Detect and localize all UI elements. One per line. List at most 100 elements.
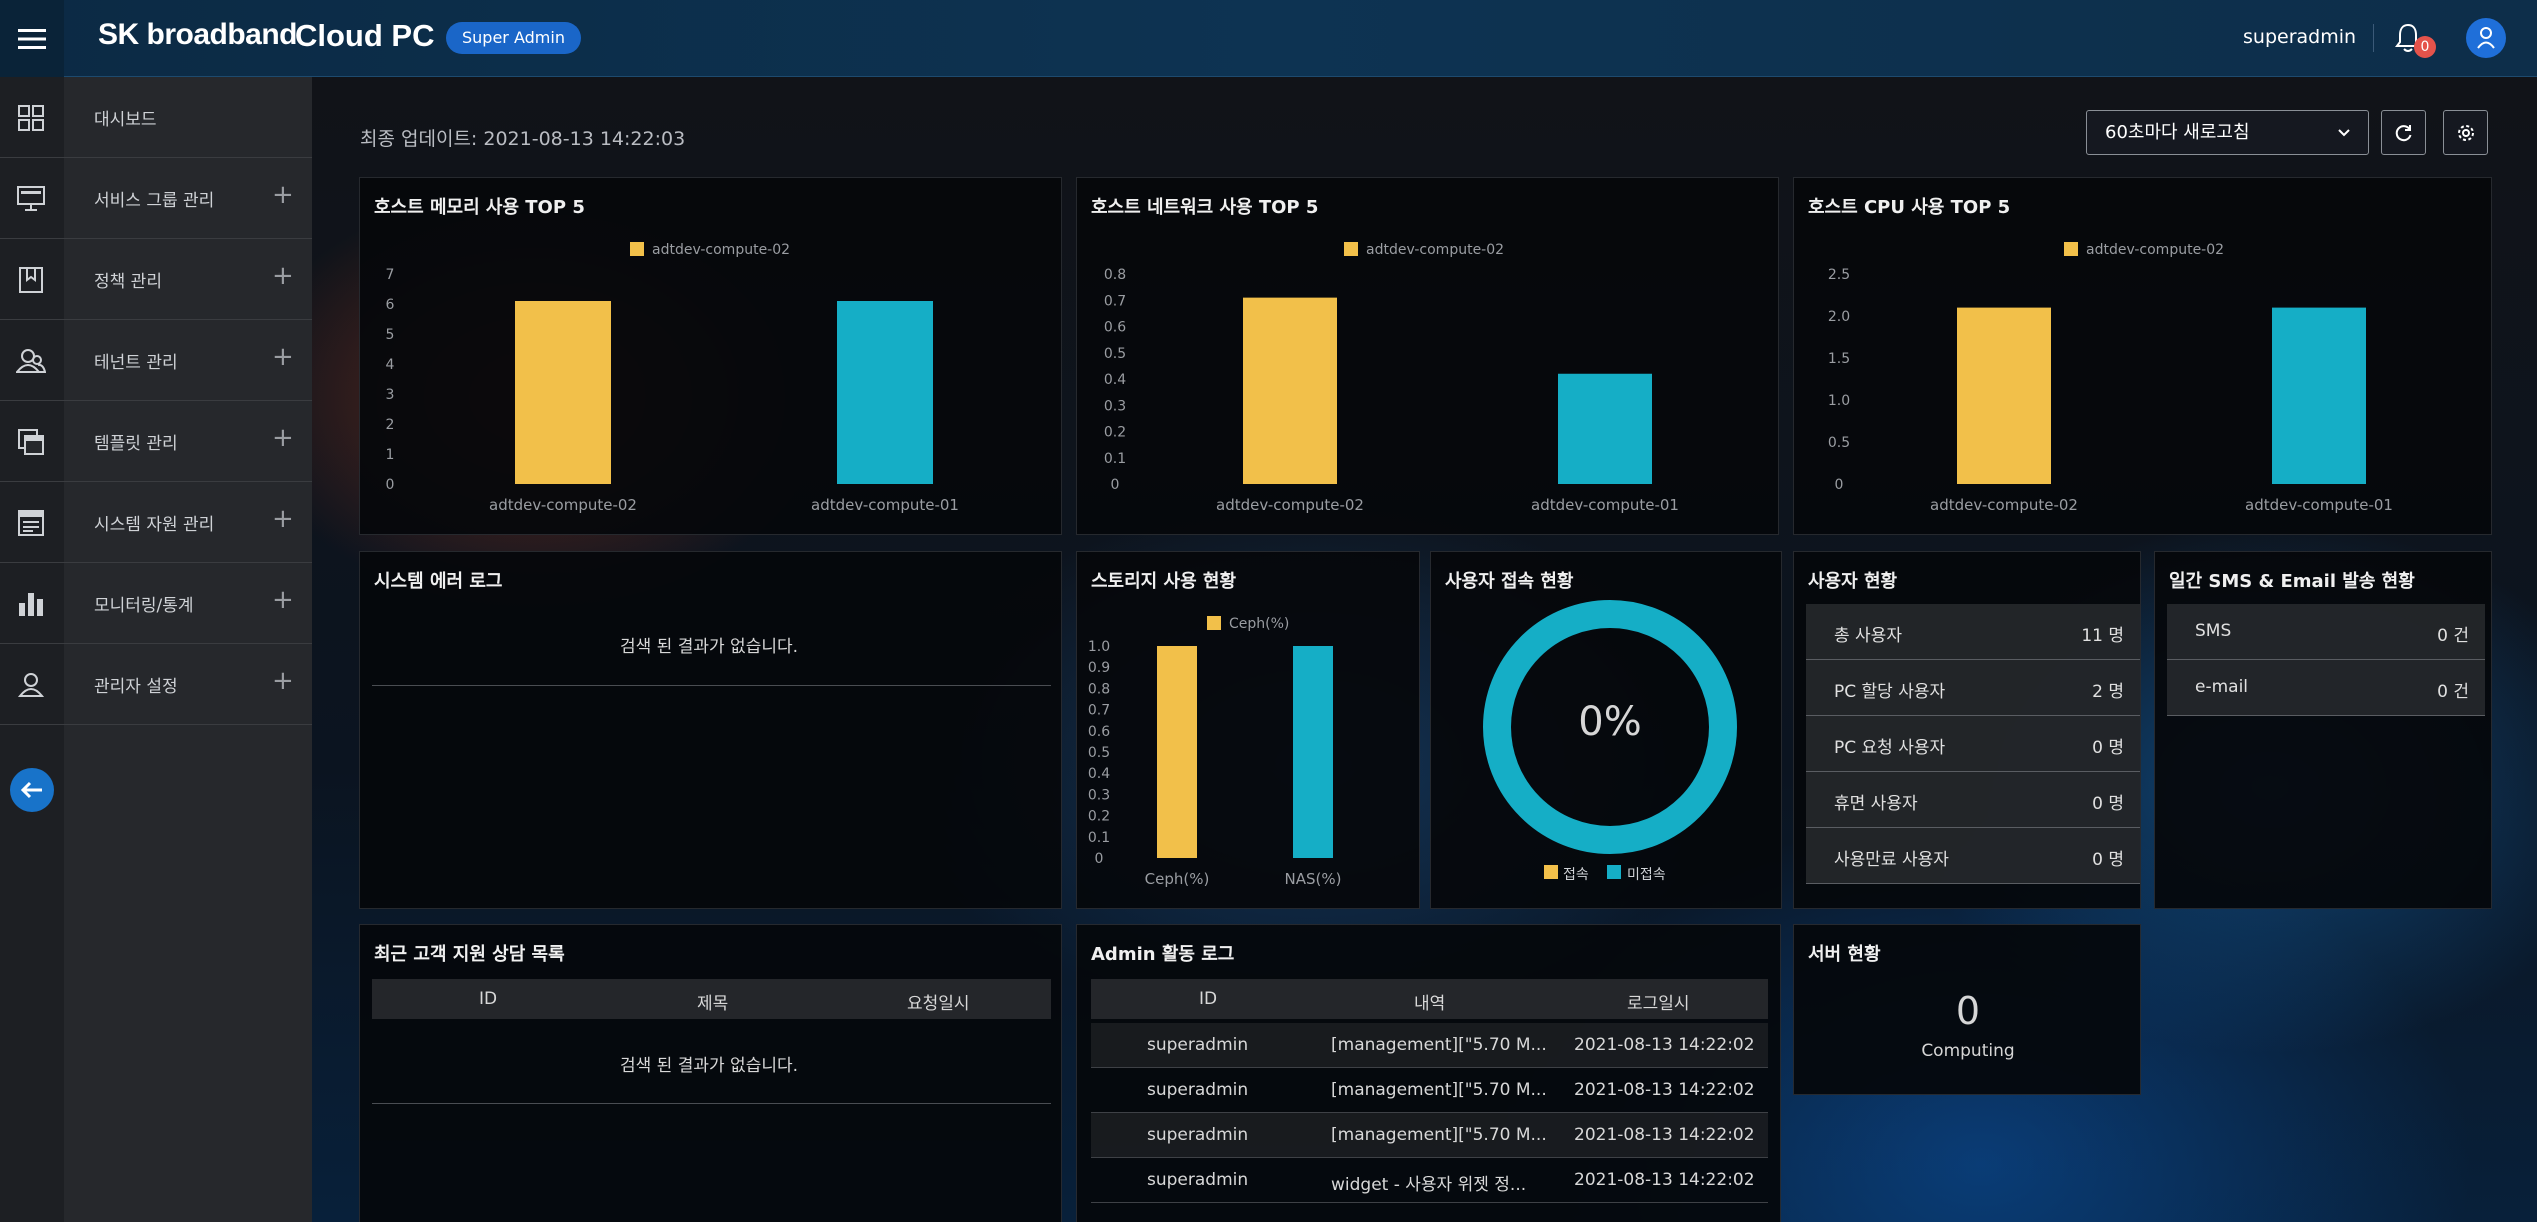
panel-title: Admin 활동 로그 [1091, 944, 1235, 965]
column-header-time[interactable]: 로그일시 [1627, 989, 1690, 1014]
menu-toggle-button[interactable] [0, 0, 64, 77]
legend-swatch [2064, 242, 2078, 256]
monitor-icon [17, 186, 45, 211]
y-tick-label: 0.3 [1104, 398, 1126, 414]
expand-plus-icon[interactable]: + [272, 342, 294, 372]
username[interactable]: superadmin [2243, 26, 2356, 48]
y-tick-label: 0 [386, 477, 395, 493]
stat-row: PC 요청 사용자 0 명 [1806, 716, 2140, 772]
x-tick-label: adtdev-compute-01 [1531, 496, 1679, 514]
y-tick-label: 6 [386, 297, 395, 313]
y-tick-label: 0.1 [1104, 451, 1126, 467]
panel-title: 최근 고객 지원 상담 목록 [374, 944, 565, 965]
memory-bar-chart: 7 6 5 4 3 2 1 0 adtdev-compute-02 adtdev-compute-… [386, 242, 959, 514]
x-tick-label: adtdev-compute-02 [489, 496, 637, 514]
stat-label: 휴면 사용자 [1834, 794, 1918, 814]
table-header: ID 내역 로그일시 [1091, 979, 1768, 1019]
last-update-text: 최종 업데이트: 2021-08-13 14:22:03 [360, 128, 686, 150]
role-badge: Super Admin [446, 22, 581, 54]
column-header-id[interactable]: ID [1199, 989, 1217, 1009]
row-detail: [management]["5.70 M... [1331, 1080, 1547, 1100]
hamburger-icon [18, 28, 46, 49]
user-status-panel: 사용자 현황 총 사용자 11 명 PC 할당 사용자 2 명 PC 요청 사용자 0… [1793, 551, 2141, 909]
brand-logo[interactable]: SK broadband [98, 18, 298, 52]
y-tick-label: 0.8 [1104, 267, 1126, 283]
sidebar-item-dashboard[interactable]: 대시보드 [0, 77, 312, 158]
sidebar-collapse-button[interactable] [10, 768, 54, 812]
settings-button[interactable] [2443, 110, 2488, 155]
server-count: 0 [1955, 989, 1981, 1033]
legend-swatch [630, 242, 644, 256]
server-type-label: Computing [1921, 1041, 2015, 1061]
y-tick-label: 0 [1095, 851, 1104, 867]
stat-label: 사용만료 사용자 [1834, 850, 1949, 870]
stat-label: 총 사용자 [1834, 626, 1902, 646]
stat-value: 0 건 [2437, 682, 2469, 702]
sidebar-item-label: 시스템 자원 관리 [94, 515, 215, 535]
server-status-panel: 서버 현황 0 Computing [1793, 924, 2141, 1095]
expand-plus-icon[interactable]: + [272, 180, 294, 210]
sidebar-item-policy[interactable]: 정책 관리 + [0, 239, 312, 320]
sidebar-item-admin-settings[interactable]: 관리자 설정 + [0, 644, 312, 725]
column-header-id[interactable]: ID [479, 989, 497, 1009]
legend-off-label: 미접속 [1627, 867, 1666, 883]
sidebar-item-template[interactable]: 템플릿 관리 + [0, 401, 312, 482]
column-header-title[interactable]: 제목 [697, 989, 728, 1014]
y-tick-label: 1.0 [1828, 393, 1850, 409]
legend-swatch-off [1607, 865, 1621, 879]
cpu-top5-panel: 호스트 CPU 사용 TOP 5 2.5 2.0 1.5 1.0 0.5 0 adtdev-… [1793, 177, 2492, 535]
stat-row: 사용만료 사용자 0 명 [1806, 828, 2140, 884]
legend-swatch [1344, 242, 1358, 256]
legend-on-label: 접속 [1563, 867, 1589, 883]
user-cog-icon [17, 673, 45, 697]
sidebar-item-label: 정책 관리 [94, 272, 162, 292]
bar-adtdev-compute-02 [1243, 297, 1337, 484]
panel-title: 일간 SMS & Email 발송 현황 [2169, 571, 2415, 592]
product-name: Cloud PC [295, 18, 435, 53]
access-percent: 0% [1578, 699, 1642, 745]
divider [372, 1103, 1051, 1104]
sidebar-item-label: 테넌트 관리 [94, 353, 178, 373]
panel-title: 시스템 에러 로그 [374, 571, 503, 592]
expand-plus-icon[interactable]: + [272, 504, 294, 534]
column-header-detail[interactable]: 내역 [1414, 989, 1445, 1014]
system-error-log-panel: 시스템 에러 로그 검색 된 결과가 없습니다. [359, 551, 1062, 909]
table-row[interactable]: superadmin widget - 사용자 위젯 정... 2021-08-… [1091, 1158, 1768, 1203]
avatar[interactable] [2466, 18, 2506, 58]
expand-plus-icon[interactable]: + [272, 423, 294, 453]
sidebar-item-service-group[interactable]: 서비스 그룹 관리 + [0, 158, 312, 239]
bar-adtdev-compute-02 [515, 301, 611, 484]
sidebar-item-tenant[interactable]: 테넌트 관리 + [0, 320, 312, 401]
expand-plus-icon[interactable]: + [272, 585, 294, 615]
refresh-button[interactable] [2381, 110, 2426, 155]
x-tick-label: adtdev-compute-02 [1930, 496, 2078, 514]
x-tick-label: adtdev-compute-01 [2245, 496, 2393, 514]
grid-icon [18, 105, 44, 131]
row-time: 2021-08-13 14:22:02 [1574, 1080, 1755, 1100]
bar-adtdev-compute-02 [1957, 307, 2051, 484]
refresh-icon [2395, 124, 2411, 141]
y-tick-label: 0.5 [1104, 346, 1126, 362]
user-icon [2477, 27, 2495, 49]
table-row[interactable]: superadmin [management]["5.70 M... 2021-… [1091, 1113, 1768, 1158]
expand-plus-icon[interactable]: + [272, 666, 294, 696]
sidebar-item-system-resource[interactable]: 시스템 자원 관리 + [0, 482, 312, 563]
y-tick-label: 0.4 [1088, 766, 1110, 782]
y-tick-label: 1 [386, 447, 395, 463]
stat-value: 0 명 [2092, 850, 2124, 870]
users-icon [16, 349, 46, 373]
y-tick-label: 0.5 [1088, 745, 1110, 761]
expand-plus-icon[interactable]: + [272, 261, 294, 291]
table-row[interactable]: superadmin [management]["5.70 M... 2021-… [1091, 1068, 1768, 1113]
refresh-interval-select[interactable]: 60초마다 새로고침 [2086, 110, 2369, 155]
y-tick-label: 0.3 [1088, 787, 1110, 803]
row-time: 2021-08-13 14:22:02 [1574, 1035, 1755, 1055]
y-tick-label: 0.7 [1104, 293, 1126, 309]
refresh-interval-value: 60초마다 새로고침 [2105, 122, 2250, 143]
stat-row: 휴면 사용자 0 명 [1806, 772, 2140, 828]
table-row[interactable]: superadmin [management]["5.70 M... 2021-… [1091, 1023, 1768, 1068]
column-header-date[interactable]: 요청일시 [907, 989, 970, 1014]
y-tick-label: 3 [386, 387, 395, 403]
y-tick-label: 2 [386, 417, 395, 433]
sidebar-item-monitoring[interactable]: 모니터링/통계 + [0, 563, 312, 644]
